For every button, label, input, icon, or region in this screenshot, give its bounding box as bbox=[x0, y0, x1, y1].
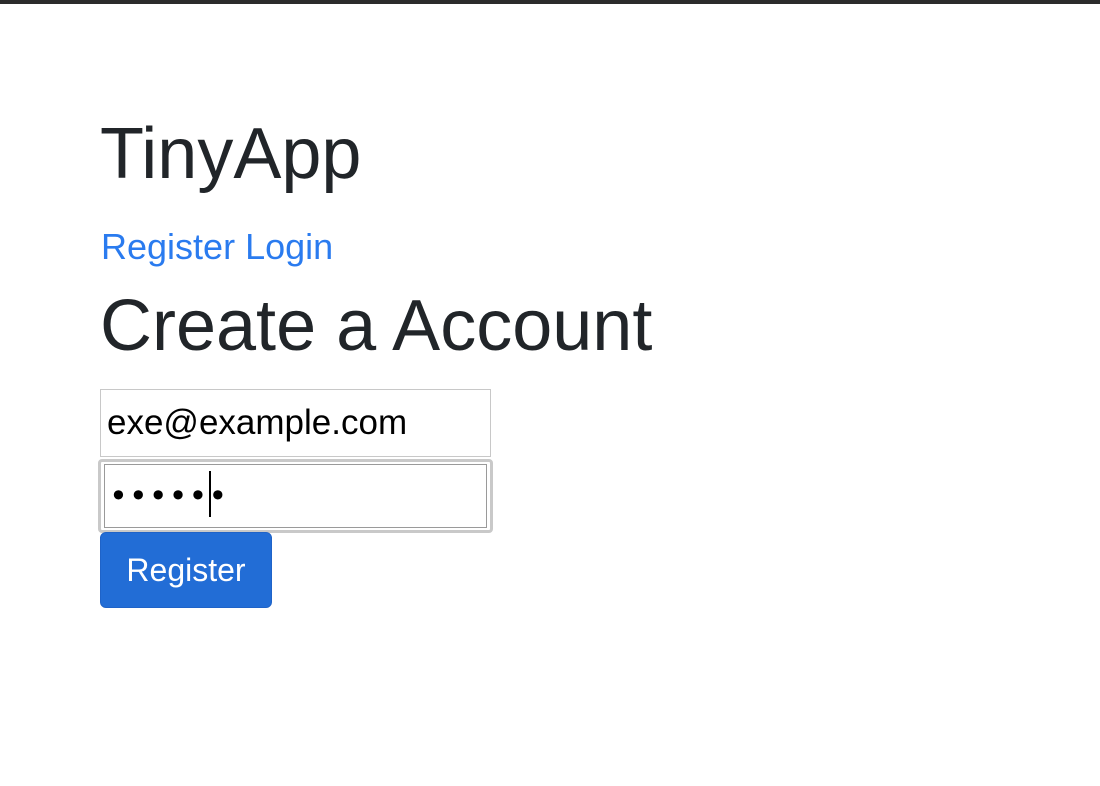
email-field[interactable] bbox=[100, 389, 491, 457]
app-title: TinyApp bbox=[100, 114, 362, 194]
page-title: Create a Account bbox=[100, 286, 653, 366]
login-link[interactable]: Login bbox=[245, 226, 333, 267]
password-focus-ring bbox=[98, 459, 493, 533]
nav-links: Register Login bbox=[101, 226, 333, 268]
top-border bbox=[0, 0, 1100, 4]
password-field[interactable] bbox=[104, 464, 487, 528]
register-button[interactable]: Register bbox=[100, 532, 272, 608]
register-link[interactable]: Register bbox=[101, 226, 235, 267]
text-cursor bbox=[209, 471, 211, 517]
